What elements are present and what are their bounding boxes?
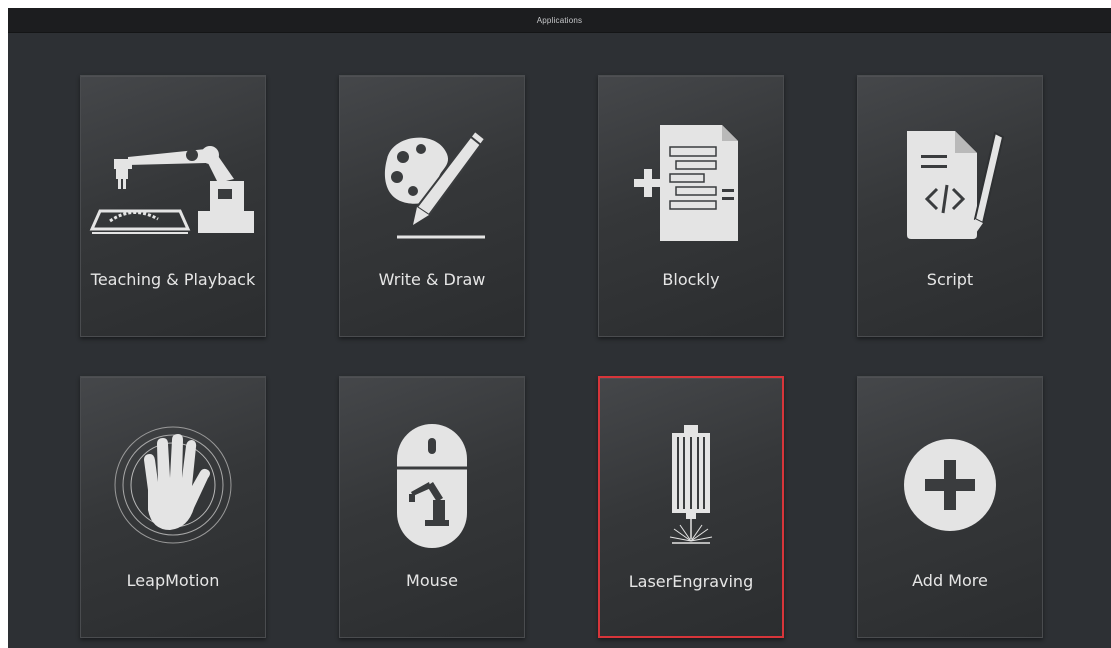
tile-laser-engraving[interactable]: LaserEngraving: [598, 376, 784, 638]
tile-teaching-playback[interactable]: Teaching & Playback: [80, 75, 266, 337]
blockly-document-icon: [599, 114, 783, 254]
app-grid: Teaching & Playback Write & Draw Blockly…: [8, 33, 1111, 648]
tile-label: Write & Draw: [378, 270, 486, 289]
tile-script[interactable]: Script: [857, 75, 1043, 337]
robot-arm-icon: [81, 114, 265, 254]
applications-window: Applications Teaching & Playback Write &…: [8, 8, 1111, 648]
tile-label: Mouse: [406, 571, 458, 590]
hand-icon: [81, 415, 265, 555]
window-title: Applications: [536, 15, 583, 25]
script-document-icon: [858, 114, 1042, 254]
tile-label: Script: [926, 270, 974, 289]
palette-pencil-icon: [340, 114, 524, 254]
plus-circle-icon: [858, 415, 1042, 555]
tile-leapmotion[interactable]: LeapMotion: [80, 376, 266, 638]
tile-label: Add More: [912, 571, 988, 590]
tile-label: LaserEngraving: [628, 572, 754, 591]
tile-label: Teaching & Playback: [90, 270, 256, 289]
mouse-icon: [340, 415, 524, 555]
tile-write-draw[interactable]: Write & Draw: [339, 75, 525, 337]
tile-label: Blockly: [662, 270, 720, 289]
tile-blockly[interactable]: Blockly: [598, 75, 784, 337]
tile-label: LeapMotion: [126, 571, 220, 590]
laser-icon: [600, 416, 782, 556]
tile-add-more[interactable]: Add More: [857, 376, 1043, 638]
tile-mouse[interactable]: Mouse: [339, 376, 525, 638]
title-bar: Applications: [8, 8, 1111, 33]
